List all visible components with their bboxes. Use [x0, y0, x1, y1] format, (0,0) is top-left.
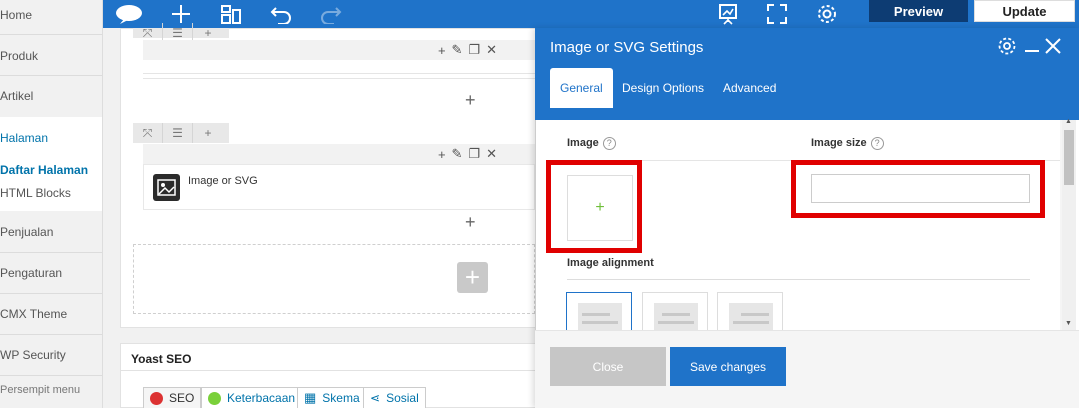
sidebar-divider: [0, 34, 102, 35]
presentation-icon[interactable]: [715, 0, 741, 28]
add-element-plus-icon[interactable]: +: [465, 91, 476, 109]
sidebar-divider: [0, 293, 102, 294]
sidebar-item-produk[interactable]: Produk: [0, 49, 102, 63]
column-content: [143, 60, 535, 74]
align-right-option[interactable]: [717, 292, 783, 333]
help-icon[interactable]: ?: [602, 137, 616, 150]
add-icon[interactable]: +: [438, 43, 446, 58]
row-move-icon[interactable]: ⤧: [133, 123, 163, 143]
delete-icon[interactable]: ✕: [486, 146, 497, 162]
form-divider: [567, 279, 1030, 280]
sidebar-subitem-html-blocks[interactable]: HTML Blocks: [0, 186, 102, 200]
tab-design-options[interactable]: Design Options: [612, 68, 714, 108]
image-alignment-label: Image alignment: [567, 257, 654, 269]
align-center-option[interactable]: [642, 292, 708, 333]
redo-icon[interactable]: [318, 0, 344, 28]
edit-pencil-icon[interactable]: ✎: [452, 146, 463, 162]
add-row-plus-icon[interactable]: +: [457, 262, 488, 293]
scroll-down-icon[interactable]: ▼: [1065, 320, 1072, 327]
yoast-tab-sosial[interactable]: ⋖ Sosial: [363, 387, 426, 408]
image-element-block[interactable]: [143, 164, 535, 210]
image-size-field-label: Image size?: [811, 137, 884, 150]
sidebar-divider: [0, 375, 102, 376]
settings-panel-title: Image or SVG Settings: [550, 39, 704, 56]
yoast-tab-skema[interactable]: ▦ Skema: [297, 387, 367, 408]
tab-advanced[interactable]: Advanced: [713, 68, 786, 108]
row-layout-icon[interactable]: ☰: [163, 123, 193, 143]
sidebar-divider: [0, 252, 102, 253]
row-controls: ⤧ ☰ +: [133, 123, 229, 143]
smile-face-icon: [208, 391, 221, 405]
panel-scrollbar-thumb[interactable]: [1064, 130, 1074, 185]
grid-icon: ▦: [304, 390, 317, 405]
scroll-up-icon[interactable]: ▲: [1065, 118, 1072, 125]
undo-icon[interactable]: [268, 0, 294, 28]
sidebar-divider: [0, 75, 102, 76]
column-controls: + ✎ ❐ ✕: [143, 144, 535, 164]
share-icon: ⋖: [370, 391, 381, 405]
close-button[interactable]: Close: [550, 347, 666, 386]
delete-icon[interactable]: ✕: [486, 42, 497, 58]
row-add-icon[interactable]: +: [193, 123, 223, 143]
clone-icon[interactable]: ❐: [468, 146, 480, 162]
image-field-label: Image?: [567, 137, 616, 150]
element-label: Image or SVG: [188, 175, 258, 187]
image-svg-element-icon: [153, 174, 180, 201]
update-button[interactable]: Update: [974, 0, 1075, 22]
sidebar-item-artikel[interactable]: Artikel: [0, 89, 102, 103]
sidebar-item-halaman[interactable]: Halaman: [0, 131, 102, 145]
align-center-icon: [654, 303, 698, 333]
clone-icon[interactable]: ❐: [468, 42, 480, 58]
column-controls: + ✎ ❐ ✕: [143, 40, 535, 60]
add-icon[interactable]: +: [438, 147, 446, 162]
save-changes-button[interactable]: Save changes: [670, 347, 786, 386]
edit-pencil-icon[interactable]: ✎: [452, 42, 463, 58]
settings-gear-icon[interactable]: [814, 0, 840, 28]
yoast-tab-keterbacaan[interactable]: Keterbacaan: [201, 387, 303, 408]
preview-button[interactable]: Preview: [869, 0, 968, 22]
sidebar-item-wp-security[interactable]: WP Security: [0, 348, 102, 362]
yoast-tab-seo[interactable]: SEO: [143, 387, 202, 408]
yoast-title: Yoast SEO: [131, 352, 192, 366]
row-controls: ⤧ ☰ +: [133, 23, 229, 43]
sidebar-item-pengaturan[interactable]: Pengaturan: [0, 266, 102, 280]
highlight-box: [546, 160, 642, 253]
align-left-icon: [578, 303, 622, 333]
minimize-icon[interactable]: [1024, 36, 1040, 56]
fullscreen-icon[interactable]: [764, 0, 790, 28]
align-right-icon: [729, 303, 773, 333]
panel-settings-gear-icon[interactable]: [997, 36, 1019, 56]
yoast-divider: [120, 370, 540, 371]
sidebar-item-home[interactable]: Home: [0, 8, 102, 22]
tab-general[interactable]: General: [550, 68, 613, 108]
sad-face-icon: [150, 391, 163, 405]
close-icon[interactable]: [1044, 36, 1062, 56]
add-element-plus-icon[interactable]: +: [465, 213, 476, 231]
sidebar-subitem-daftar-halaman[interactable]: Daftar Halaman: [0, 163, 102, 177]
highlight-box: [791, 160, 1045, 218]
sidebar-collapse-menu[interactable]: Persempit menu: [0, 383, 102, 397]
sidebar-item-cmx-theme[interactable]: CMX Theme: [0, 307, 102, 321]
sidebar-divider: [0, 334, 102, 335]
sidebar-item-penjualan[interactable]: Penjualan: [0, 225, 102, 239]
help-icon[interactable]: ?: [870, 137, 884, 150]
column-content: [143, 78, 535, 90]
align-left-option[interactable]: [566, 292, 632, 333]
